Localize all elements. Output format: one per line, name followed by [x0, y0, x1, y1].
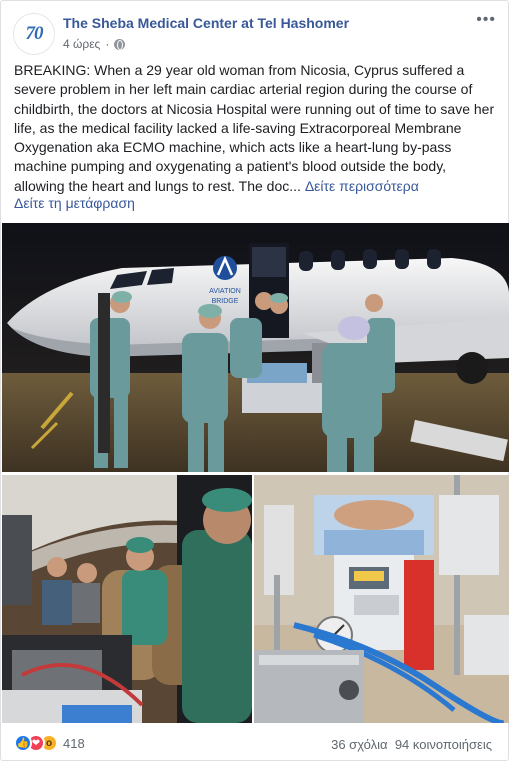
- photo-medical-team-aircraft[interactable]: AVIATION BRIDGE: [2, 223, 509, 472]
- globe-icon[interactable]: [114, 38, 126, 50]
- see-translation-link[interactable]: Δείτε τη μετάφραση: [14, 195, 135, 211]
- post-footer: 👍 ❤ o 418 36 σχόλια 94 κοινοποιήσεις: [1, 729, 508, 759]
- aviation-logo-text-1: AVIATION: [209, 288, 241, 295]
- avatar-logo-text: 70: [25, 23, 44, 44]
- reaction-count[interactable]: 418: [63, 736, 85, 751]
- post-stats: 36 σχόλια 94 κοινοποιήσεις: [331, 737, 492, 752]
- post-header: 70 The Sheba Medical Center at Tel Hasho…: [1, 1, 508, 61]
- facebook-post: 70 The Sheba Medical Center at Tel Hasho…: [0, 0, 509, 761]
- photo-team-inside-aircraft[interactable]: [2, 475, 252, 723]
- comments-count-link[interactable]: 36 σχόλια: [331, 737, 387, 752]
- post-meta: 4 ώρες ·: [63, 37, 126, 51]
- shares-count-link[interactable]: 94 κοινοποιήσεις: [395, 737, 492, 752]
- post-body: BREAKING: When a 29 year old woman from …: [14, 62, 495, 194]
- like-icon: 👍: [14, 734, 32, 752]
- reactions-summary[interactable]: 👍 ❤ o 418: [14, 734, 85, 752]
- aviation-logo-text-2: BRIDGE: [212, 298, 239, 305]
- page-name-link[interactable]: The Sheba Medical Center at Tel Hashomer: [63, 15, 349, 31]
- post-text: BREAKING: When a 29 year old woman from …: [14, 61, 498, 196]
- more-options-icon[interactable]: •••: [476, 11, 496, 29]
- photo-ecmo-machine[interactable]: [254, 475, 509, 723]
- page-avatar[interactable]: 70: [13, 13, 55, 55]
- see-more-link[interactable]: Δείτε περισσότερα: [305, 178, 419, 194]
- post-timestamp[interactable]: 4 ώρες: [63, 37, 100, 51]
